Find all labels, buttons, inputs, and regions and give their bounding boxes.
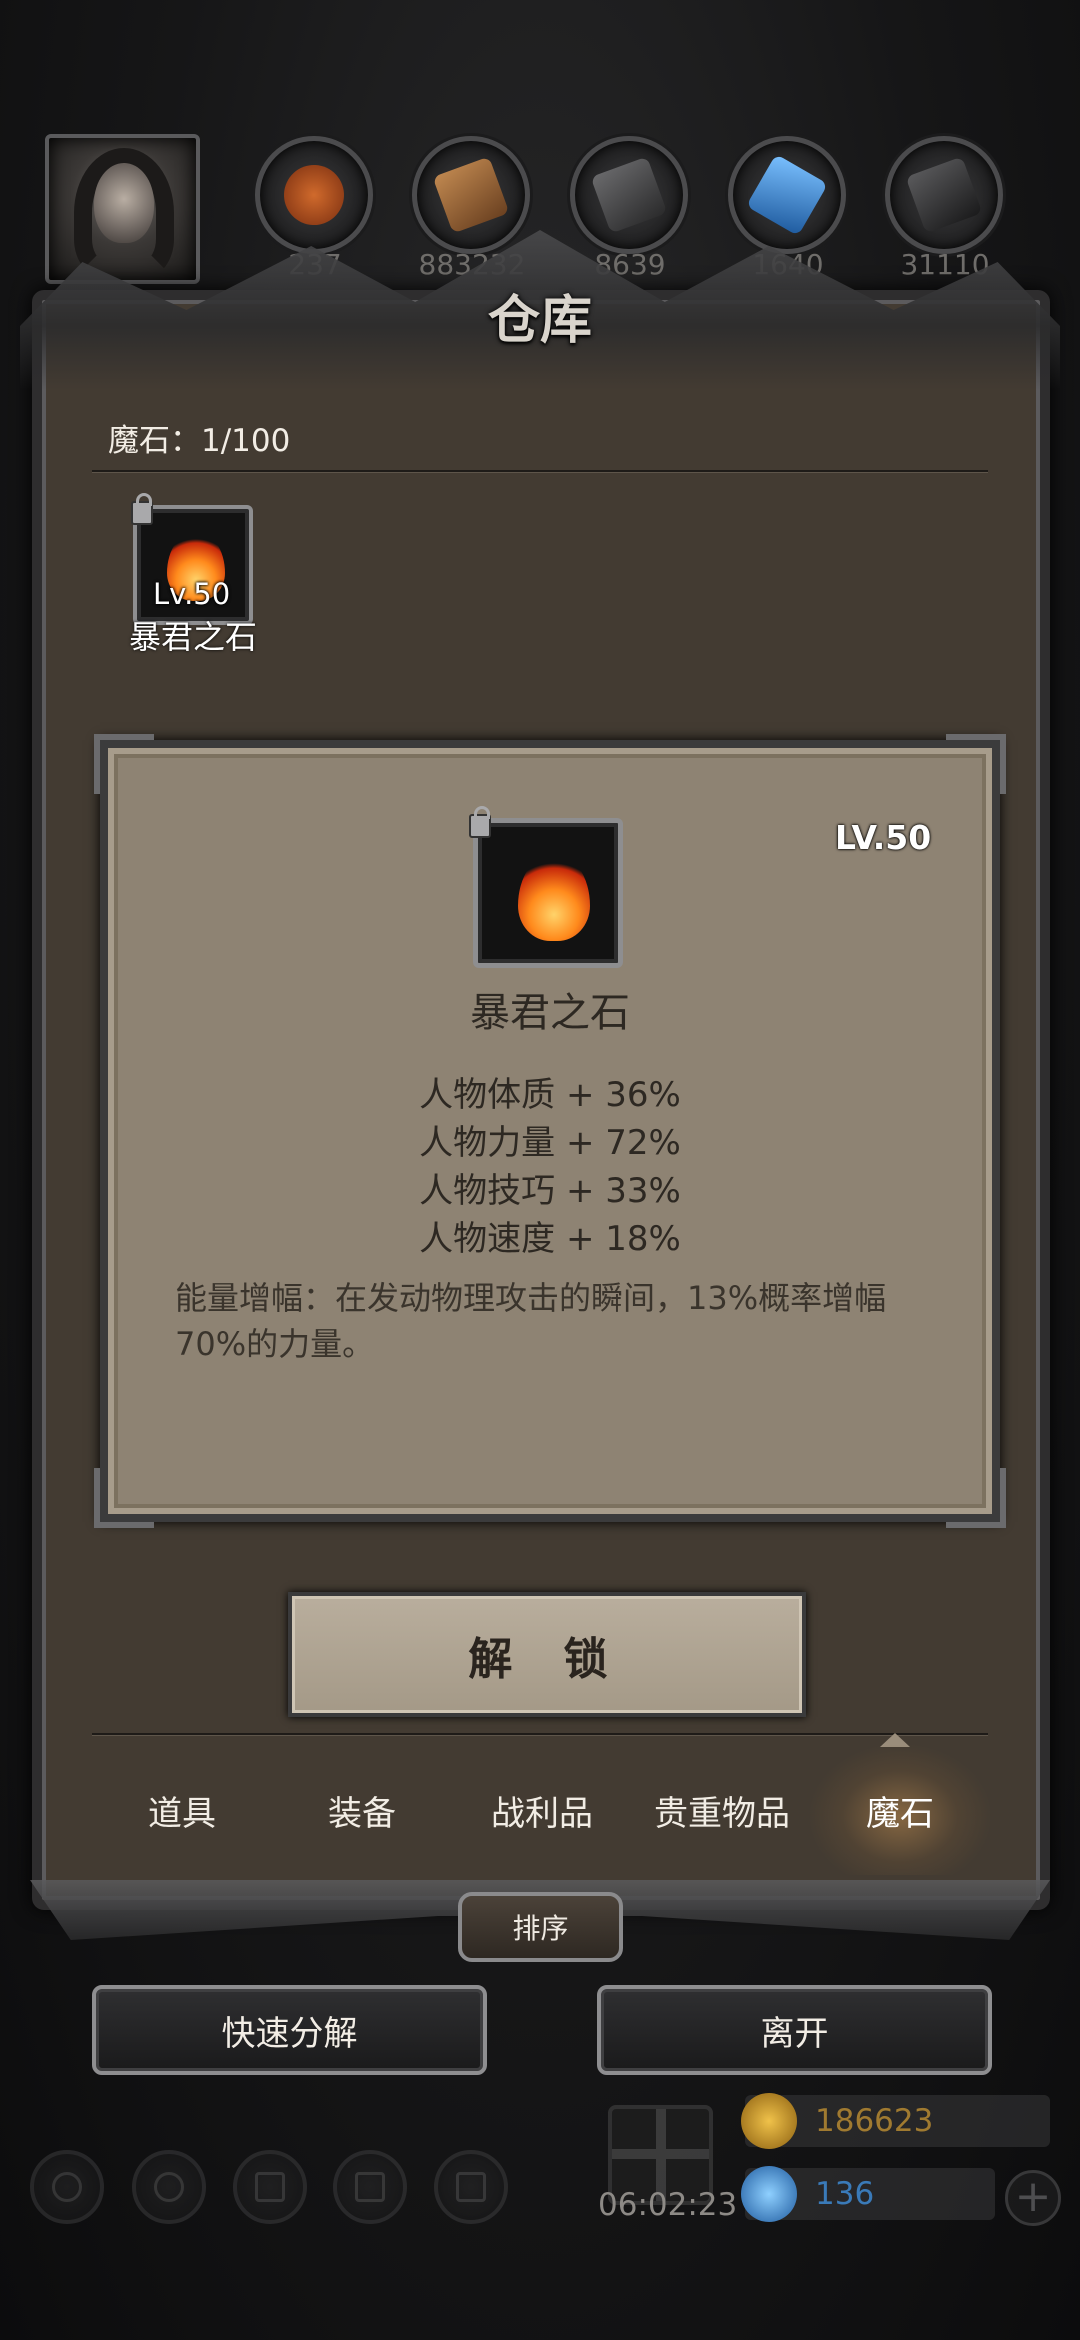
item-slot xyxy=(473,818,623,968)
gem-amount: 136 xyxy=(815,2176,875,2212)
grid-item-tyrant-stone[interactable]: Lv.50 xyxy=(131,493,253,625)
crystal-resource-icon[interactable] xyxy=(728,136,846,254)
gear-glyph xyxy=(52,2172,82,2202)
wood-icon xyxy=(432,156,510,234)
scroll-icon[interactable] xyxy=(233,2150,307,2224)
card-corner-ornament xyxy=(94,734,154,794)
star-badge-icon[interactable] xyxy=(132,2150,206,2224)
avatar-face xyxy=(94,163,154,243)
tab-equipment[interactable]: 装备 xyxy=(272,1745,452,1875)
ore-resource-icon[interactable] xyxy=(885,136,1003,254)
detail-description: 能量增幅：在发动物理攻击的瞬间，13%概率增幅70%的力量。 xyxy=(175,1279,887,1363)
tab-magic-stone[interactable]: 魔石 xyxy=(810,1745,990,1875)
player-avatar[interactable] xyxy=(45,134,200,284)
category-tabs: 道具 装备 战利品 贵重物品 魔石 xyxy=(92,1745,990,1875)
blue-gem-icon xyxy=(741,2166,797,2222)
star-glyph xyxy=(154,2172,184,2202)
item-level: Lv.50 xyxy=(153,577,231,611)
scroll-glyph xyxy=(255,2172,285,2202)
tab-loot[interactable]: 战利品 xyxy=(452,1745,632,1875)
detail-level: LV.50 xyxy=(835,818,932,857)
stat-line: 人物技巧 + 33% xyxy=(419,1171,681,1211)
gold-coin-icon xyxy=(741,2093,797,2149)
add-currency-button[interactable]: + xyxy=(1005,2170,1061,2226)
wood-resource-icon[interactable] xyxy=(412,136,530,254)
tab-items[interactable]: 道具 xyxy=(92,1745,272,1875)
card-corner-ornament xyxy=(946,734,1006,794)
fire-stone-icon xyxy=(518,853,590,941)
stat-line: 人物力量 + 72% xyxy=(419,1123,681,1163)
stat-line: 人物体质 + 36% xyxy=(419,1075,681,1115)
settings-icon[interactable] xyxy=(30,2150,104,2224)
detail-item-icon xyxy=(469,806,623,968)
category-count: 魔石：1/100 xyxy=(108,423,291,459)
gold-amount: 186623 xyxy=(815,2103,934,2139)
gift-timer: 06:02:23 xyxy=(598,2187,738,2223)
divider xyxy=(92,470,988,472)
stat-line: 人物速度 + 18% xyxy=(419,1219,681,1259)
detail-item-name: 暴君之石 xyxy=(470,990,630,1036)
meat-resource-icon[interactable] xyxy=(255,136,373,254)
map-icon[interactable] xyxy=(434,2150,508,2224)
sort-button[interactable]: 排序 xyxy=(458,1892,623,1962)
envelope-glyph xyxy=(355,2172,385,2202)
grid-item-name: 暴君之石 xyxy=(128,618,257,656)
map-glyph xyxy=(456,2172,486,2202)
divider xyxy=(92,1733,988,1735)
ore-icon xyxy=(905,156,983,234)
lock-icon xyxy=(131,493,153,525)
meat-icon xyxy=(275,156,353,234)
panel-title: 仓库 xyxy=(487,290,592,351)
lock-icon xyxy=(469,806,491,838)
card-corner-ornament xyxy=(94,1468,154,1528)
leave-button[interactable]: 离开 xyxy=(597,1985,992,2075)
tab-valuables[interactable]: 贵重物品 xyxy=(632,1745,812,1875)
iron-resource-icon[interactable] xyxy=(570,136,688,254)
unlock-button[interactable]: 解 锁 xyxy=(288,1592,806,1717)
crystal-icon xyxy=(746,154,828,236)
mail-icon[interactable] xyxy=(333,2150,407,2224)
quick-decompose-button[interactable]: 快速分解 xyxy=(92,1985,487,2075)
gem-currency: 136 xyxy=(741,2166,995,2222)
gold-currency: 186623 xyxy=(741,2093,1050,2149)
card-corner-ornament xyxy=(946,1468,1006,1528)
iron-icon xyxy=(590,156,668,234)
